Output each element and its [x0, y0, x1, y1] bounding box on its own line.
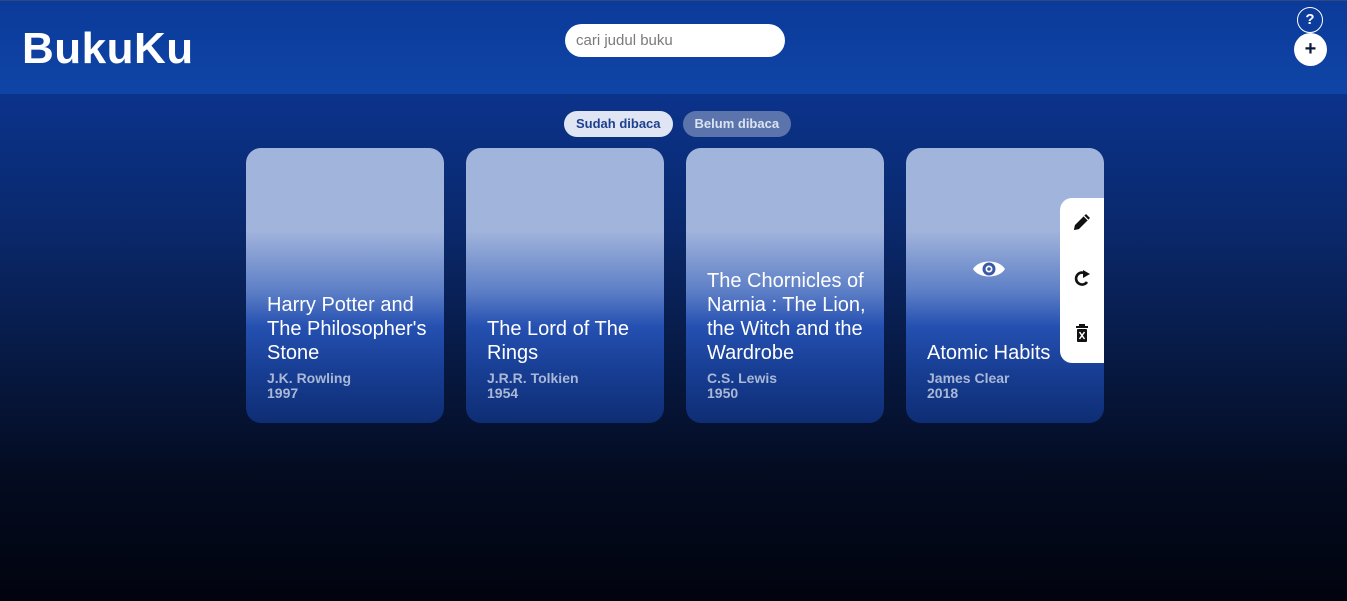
book-author: C.S. Lewis	[707, 370, 778, 386]
book-info: The Chornicles of Narnia : The Lion, the…	[707, 269, 870, 401]
book-title: Harry Potter and The Philosopher's Stone	[267, 294, 427, 364]
brand-logo[interactable]: BukuKu	[22, 23, 194, 75]
book-year: 1997	[267, 385, 299, 401]
book-action-panel	[1060, 198, 1104, 363]
redo-icon[interactable]	[1071, 267, 1093, 289]
book-author: James Clear	[927, 370, 1010, 386]
eye-icon[interactable]	[971, 256, 1007, 282]
trash-icon[interactable]	[1071, 322, 1093, 344]
filter-tabs: Sudah dibaca Belum dibaca	[564, 111, 792, 137]
book-title: The Chornicles of Narnia : The Lion, the…	[707, 270, 866, 364]
book-info: Harry Potter and The Philosopher's Stone…	[267, 293, 430, 401]
book-year: 2018	[927, 385, 959, 401]
add-book-button[interactable]: +	[1294, 33, 1327, 66]
pencil-icon[interactable]	[1071, 211, 1093, 233]
book-author: J.K. Rowling	[267, 370, 351, 386]
tab-sudah-dibaca[interactable]: Sudah dibaca	[564, 111, 673, 137]
book-year: 1954	[487, 385, 519, 401]
help-button[interactable]: ?	[1297, 7, 1323, 33]
book-title: The Lord of The Rings	[487, 318, 629, 364]
book-author: J.R.R. Tolkien	[487, 370, 579, 386]
search-input[interactable]	[565, 24, 785, 57]
header: BukuKu ? +	[0, 0, 1347, 94]
tab-belum-dibaca[interactable]: Belum dibaca	[682, 111, 792, 137]
book-card[interactable]: The Lord of The Rings J.R.R. Tolkien 195…	[466, 148, 664, 423]
book-card[interactable]: Harry Potter and The Philosopher's Stone…	[246, 148, 444, 423]
book-info: The Lord of The Rings J.R.R. Tolkien 195…	[487, 317, 650, 401]
book-year: 1950	[707, 385, 739, 401]
book-card[interactable]: The Chornicles of Narnia : The Lion, the…	[686, 148, 884, 423]
